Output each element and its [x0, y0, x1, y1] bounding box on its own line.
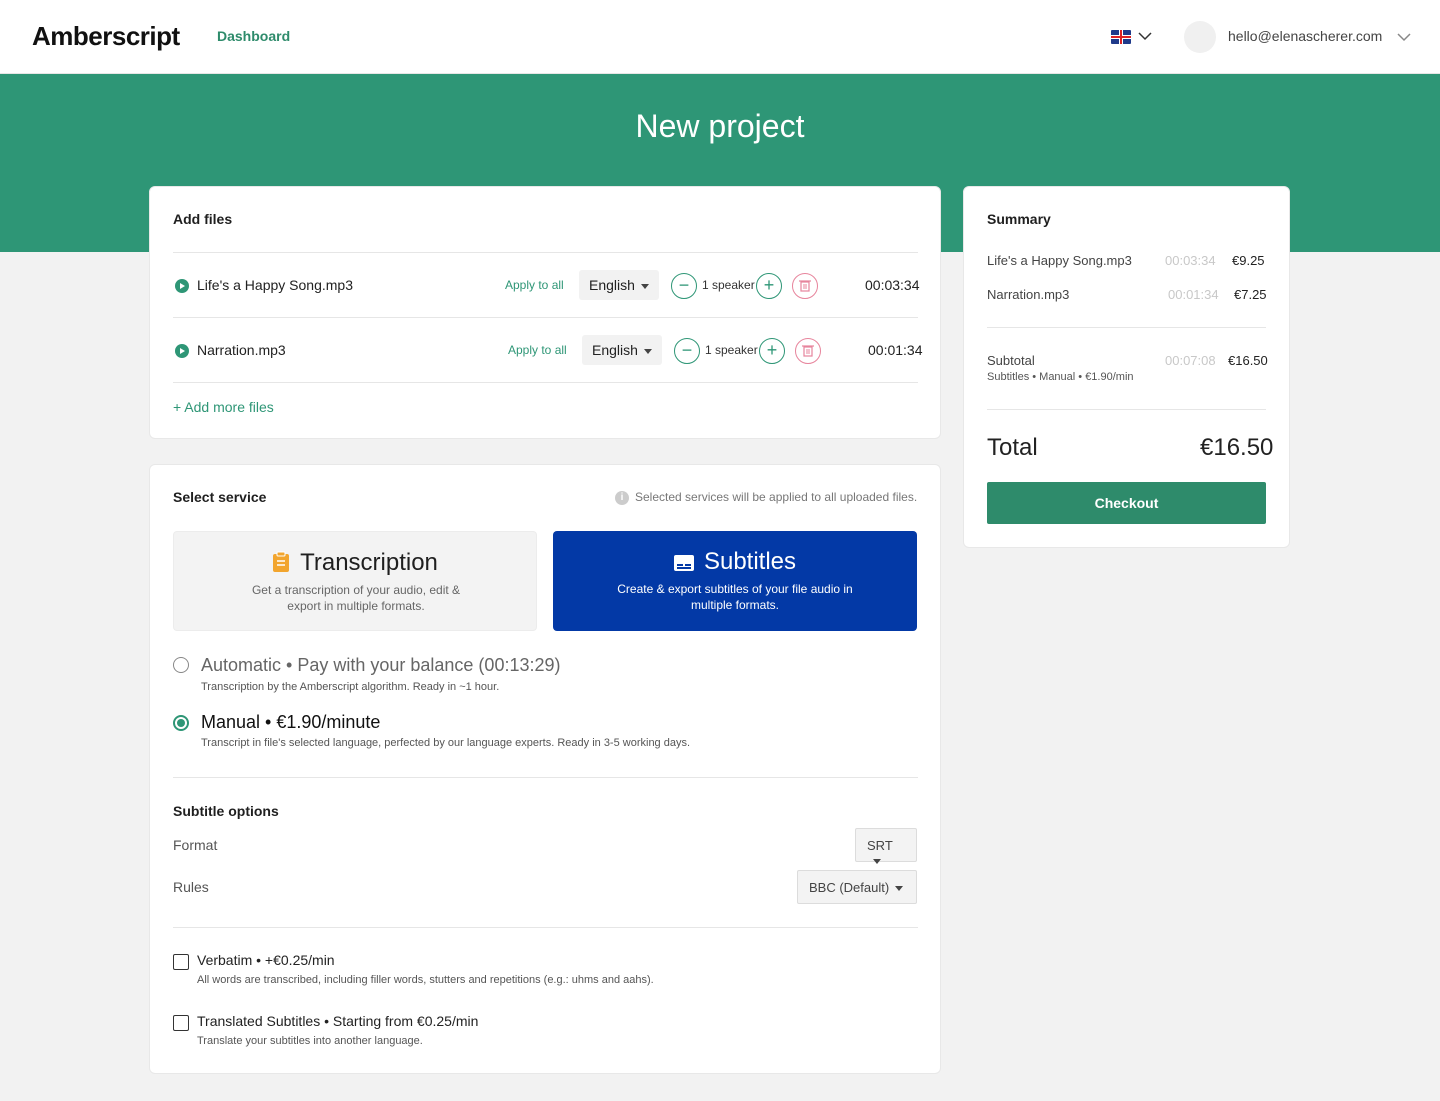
user-email[interactable]: hello@elenascherer.com	[1228, 28, 1382, 44]
decrease-speakers-button[interactable]: −	[674, 338, 700, 364]
summary-item-price: €9.25	[1232, 253, 1265, 268]
format-value: SRT	[867, 838, 893, 853]
language-select[interactable]: English	[579, 270, 659, 300]
service-note: Selected services will be applied to all…	[635, 490, 918, 504]
summary-item-duration: 00:03:34	[1165, 253, 1216, 268]
caret-down-icon	[640, 283, 649, 289]
service-description: Create & export subtitles of your file a…	[617, 582, 853, 612]
translated-subtitles-label: Translated Subtitles • Starting from €0.…	[197, 1013, 479, 1029]
select-service-title: Select service	[173, 489, 267, 505]
radio-automatic[interactable]	[173, 657, 189, 673]
summary-item-name: Life's a Happy Song.mp3	[987, 253, 1132, 268]
service-name: Transcription	[300, 549, 438, 576]
divider	[173, 927, 918, 928]
rules-label: Rules	[173, 879, 209, 895]
divider	[173, 777, 918, 778]
translated-subtitles-description: Translate your subtitles into another la…	[197, 1035, 423, 1047]
nav-dashboard-link[interactable]: Dashboard	[217, 28, 290, 44]
radio-manual[interactable]	[173, 715, 189, 731]
apply-to-all-link[interactable]: Apply to all	[508, 343, 567, 357]
subtotal-label: Subtotal	[987, 353, 1035, 368]
delete-file-button[interactable]	[795, 338, 821, 364]
file-name: Life's a Happy Song.mp3	[197, 277, 353, 293]
summary-title: Summary	[987, 211, 1051, 227]
caret-down-icon	[895, 886, 904, 892]
option-manual-label: Manual • €1.90/minute	[201, 712, 381, 732]
page-title: New project	[635, 108, 805, 144]
divider	[987, 327, 1266, 328]
verbatim-description: All words are transcribed, including fil…	[197, 974, 654, 986]
service-description: Get a transcription of your audio, edit …	[251, 583, 461, 613]
uk-flag-icon[interactable]	[1111, 30, 1131, 44]
service-subtitles-card[interactable]: Subtitles Create & export subtitles of y…	[553, 531, 917, 631]
amberscript-logo[interactable]: Amberscript	[32, 21, 180, 52]
play-icon[interactable]	[175, 279, 189, 293]
decrease-speakers-button[interactable]: −	[671, 273, 697, 299]
service-name: Subtitles	[703, 548, 797, 575]
subtotal-detail: Subtitles • Manual • €1.90/min	[987, 371, 1134, 383]
select-service-card: Select service i Selected services will …	[149, 464, 941, 1074]
divider	[987, 409, 1266, 410]
caret-down-icon	[873, 859, 881, 865]
apply-to-all-link[interactable]: Apply to all	[505, 278, 564, 292]
option-automatic-label: Automatic • Pay with your balance (00:13…	[201, 655, 561, 675]
speaker-count: 1 speaker	[702, 278, 755, 292]
option-manual-description: Transcript in file's selected language, …	[201, 737, 691, 749]
rules-select[interactable]: BBC (Default)	[797, 870, 917, 904]
trash-icon	[799, 280, 811, 292]
subtotal-price: €16.50	[1228, 353, 1268, 368]
top-navigation-bar: Amberscript Dashboard hello@elenascherer…	[0, 0, 1440, 74]
add-more-files-link[interactable]: + Add more files	[173, 399, 274, 415]
trash-icon	[802, 345, 814, 357]
rules-value: BBC (Default)	[809, 880, 890, 895]
delete-file-button[interactable]	[792, 273, 818, 299]
language-value: English	[592, 342, 638, 358]
clipboard-icon	[273, 551, 290, 572]
add-files-card: Add files Life's a Happy Song.mp3 Apply …	[149, 186, 941, 439]
checkbox-verbatim[interactable]	[173, 954, 189, 970]
subtitle-options-title: Subtitle options	[173, 803, 279, 819]
account-chevron-down-icon[interactable]	[1397, 32, 1411, 42]
summary-item-name: Narration.mp3	[987, 287, 1070, 302]
speaker-count: 1 speaker	[705, 343, 758, 357]
format-label: Format	[173, 837, 218, 853]
summary-item-duration: 00:01:34	[1168, 287, 1219, 302]
play-icon[interactable]	[175, 344, 189, 358]
avatar[interactable]	[1184, 21, 1216, 53]
checkout-button[interactable]: Checkout	[987, 482, 1266, 524]
file-name: Narration.mp3	[197, 342, 286, 358]
divider	[173, 317, 918, 318]
file-duration: 00:01:34	[868, 342, 923, 358]
divider	[173, 252, 918, 253]
verbatim-label: Verbatim • +€0.25/min	[197, 952, 335, 968]
caret-down-icon	[643, 348, 652, 354]
add-files-title: Add files	[173, 211, 233, 227]
language-chevron-down-icon[interactable]	[1138, 31, 1152, 41]
total-price: €16.50	[1200, 434, 1274, 461]
format-select[interactable]: SRT	[855, 828, 917, 865]
language-value: English	[589, 277, 635, 293]
file-duration: 00:03:34	[865, 277, 920, 293]
increase-speakers-button[interactable]: +	[759, 338, 785, 364]
info-icon: i	[615, 491, 629, 505]
increase-speakers-button[interactable]: +	[756, 273, 782, 299]
service-heading: Transcription	[174, 549, 536, 577]
service-transcription-card[interactable]: Transcription Get a transcription of you…	[173, 531, 537, 631]
service-heading: Subtitles	[553, 548, 917, 576]
subtotal-duration: 00:07:08	[1165, 353, 1216, 368]
subtitles-icon	[673, 555, 694, 571]
language-select[interactable]: English	[582, 335, 662, 365]
divider	[173, 382, 918, 383]
checkbox-translated-subtitles[interactable]	[173, 1015, 189, 1031]
option-automatic-description: Transcription by the Amberscript algorit…	[201, 681, 500, 693]
summary-item-price: €7.25	[1234, 287, 1267, 302]
total-label: Total	[987, 434, 1038, 461]
